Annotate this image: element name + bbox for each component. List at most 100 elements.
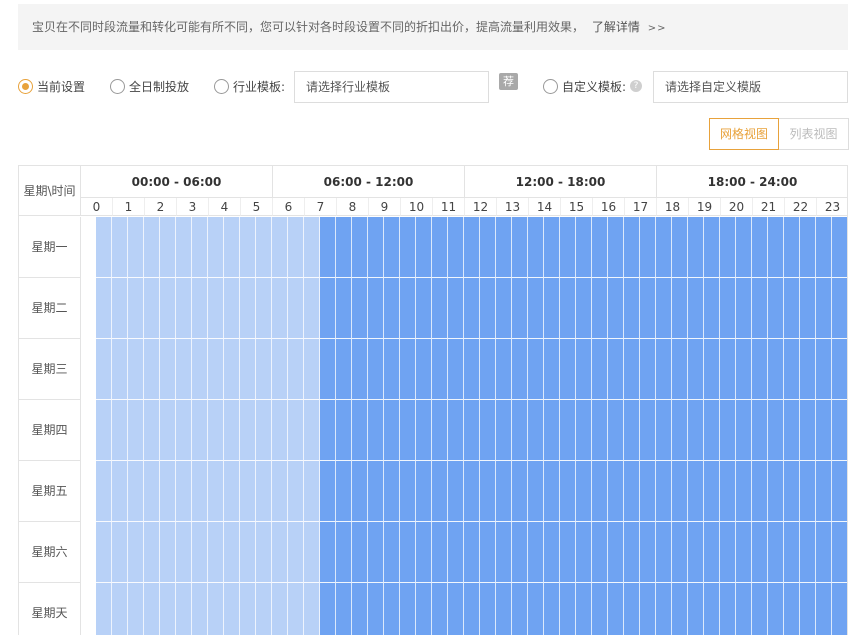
schedule-cell[interactable]: [336, 583, 352, 635]
schedule-cell[interactable]: [336, 522, 352, 583]
schedule-cell[interactable]: [528, 461, 544, 522]
schedule-cell[interactable]: [208, 278, 224, 339]
schedule-cell[interactable]: [640, 522, 656, 583]
schedule-cell[interactable]: [688, 339, 704, 400]
schedule-cell[interactable]: [704, 217, 720, 278]
schedule-cell[interactable]: [96, 339, 112, 400]
schedule-cell[interactable]: [432, 339, 448, 400]
schedule-cell[interactable]: [160, 461, 176, 522]
schedule-cell[interactable]: [256, 461, 272, 522]
schedule-cell[interactable]: [128, 583, 144, 635]
schedule-cell[interactable]: [96, 278, 112, 339]
schedule-cell[interactable]: [112, 583, 128, 635]
schedule-cell[interactable]: [96, 522, 112, 583]
schedule-cell[interactable]: [592, 400, 608, 461]
schedule-cell[interactable]: [160, 400, 176, 461]
option-full-day[interactable]: 全日制投放: [110, 70, 189, 102]
schedule-cell[interactable]: [576, 217, 592, 278]
schedule-cell[interactable]: [624, 461, 640, 522]
list-view-button[interactable]: 列表视图: [779, 118, 850, 150]
schedule-cell[interactable]: [496, 339, 512, 400]
schedule-cell[interactable]: [640, 461, 656, 522]
schedule-cell[interactable]: [800, 339, 816, 400]
schedule-cell[interactable]: [352, 400, 368, 461]
schedule-cell[interactable]: [480, 583, 496, 635]
schedule-cell[interactable]: [608, 400, 624, 461]
schedule-cell[interactable]: [288, 522, 304, 583]
schedule-cell[interactable]: [272, 217, 288, 278]
grid-view-button[interactable]: 网格视图: [709, 118, 780, 150]
schedule-cell[interactable]: [208, 461, 224, 522]
schedule-cell[interactable]: [320, 522, 336, 583]
schedule-cell[interactable]: [736, 278, 752, 339]
schedule-cell[interactable]: [256, 583, 272, 635]
schedule-cell[interactable]: [736, 339, 752, 400]
schedule-cell[interactable]: [336, 461, 352, 522]
schedule-cell[interactable]: [432, 522, 448, 583]
schedule-cell[interactable]: [800, 278, 816, 339]
schedule-cell[interactable]: [544, 461, 560, 522]
schedule-cell[interactable]: [768, 522, 784, 583]
schedule-cell[interactable]: [560, 217, 576, 278]
schedule-cell[interactable]: [496, 217, 512, 278]
schedule-cell[interactable]: [144, 522, 160, 583]
schedule-cell[interactable]: [400, 217, 416, 278]
schedule-cell[interactable]: [176, 400, 192, 461]
schedule-cell[interactable]: [640, 339, 656, 400]
schedule-cell[interactable]: [784, 400, 800, 461]
schedule-cell[interactable]: [208, 217, 224, 278]
schedule-cell[interactable]: [720, 278, 736, 339]
schedule-cell[interactable]: [288, 278, 304, 339]
schedule-cell[interactable]: [464, 217, 480, 278]
schedule-cell[interactable]: [352, 522, 368, 583]
schedule-cell[interactable]: [176, 461, 192, 522]
schedule-cell[interactable]: [688, 278, 704, 339]
recommend-tag-icon[interactable]: 荐: [499, 73, 518, 90]
schedule-cell[interactable]: [160, 217, 176, 278]
schedule-cell[interactable]: [752, 522, 768, 583]
schedule-cell[interactable]: [192, 583, 208, 635]
schedule-cell[interactable]: [768, 400, 784, 461]
schedule-cell[interactable]: [352, 278, 368, 339]
schedule-cell[interactable]: [496, 461, 512, 522]
schedule-cell[interactable]: [416, 278, 432, 339]
schedule-cell[interactable]: [384, 522, 400, 583]
schedule-cell[interactable]: [448, 217, 464, 278]
option-custom-template[interactable]: 自定义模板: ?: [543, 70, 643, 102]
schedule-cell[interactable]: [112, 522, 128, 583]
schedule-cell[interactable]: [400, 461, 416, 522]
schedule-cell[interactable]: [176, 278, 192, 339]
schedule-cell[interactable]: [736, 217, 752, 278]
schedule-cell[interactable]: [240, 278, 256, 339]
schedule-cell[interactable]: [112, 217, 128, 278]
schedule-cell[interactable]: [608, 278, 624, 339]
more-arrow-icon[interactable]: >>: [648, 23, 667, 34]
schedule-cell[interactable]: [288, 583, 304, 635]
schedule-cell[interactable]: [672, 583, 688, 635]
schedule-cell[interactable]: [512, 217, 528, 278]
schedule-cell[interactable]: [448, 400, 464, 461]
schedule-cell[interactable]: [384, 461, 400, 522]
schedule-cell[interactable]: [464, 278, 480, 339]
schedule-cell[interactable]: [400, 278, 416, 339]
schedule-cell[interactable]: [608, 461, 624, 522]
schedule-cell[interactable]: [144, 339, 160, 400]
schedule-cell[interactable]: [112, 400, 128, 461]
schedule-cell[interactable]: [240, 461, 256, 522]
schedule-cell[interactable]: [224, 461, 240, 522]
schedule-cell[interactable]: [96, 583, 112, 635]
schedule-cell[interactable]: [368, 400, 384, 461]
schedule-cell[interactable]: [416, 217, 432, 278]
schedule-cell[interactable]: [704, 522, 720, 583]
schedule-cell[interactable]: [816, 339, 832, 400]
help-icon[interactable]: ?: [630, 80, 643, 92]
schedule-cell[interactable]: [192, 278, 208, 339]
schedule-cell[interactable]: [720, 461, 736, 522]
schedule-cell[interactable]: [656, 339, 672, 400]
schedule-cell[interactable]: [640, 583, 656, 635]
schedule-cell[interactable]: [496, 583, 512, 635]
schedule-cell[interactable]: [816, 278, 832, 339]
schedule-cell[interactable]: [336, 278, 352, 339]
schedule-cell[interactable]: [144, 400, 160, 461]
schedule-cell[interactable]: [160, 522, 176, 583]
